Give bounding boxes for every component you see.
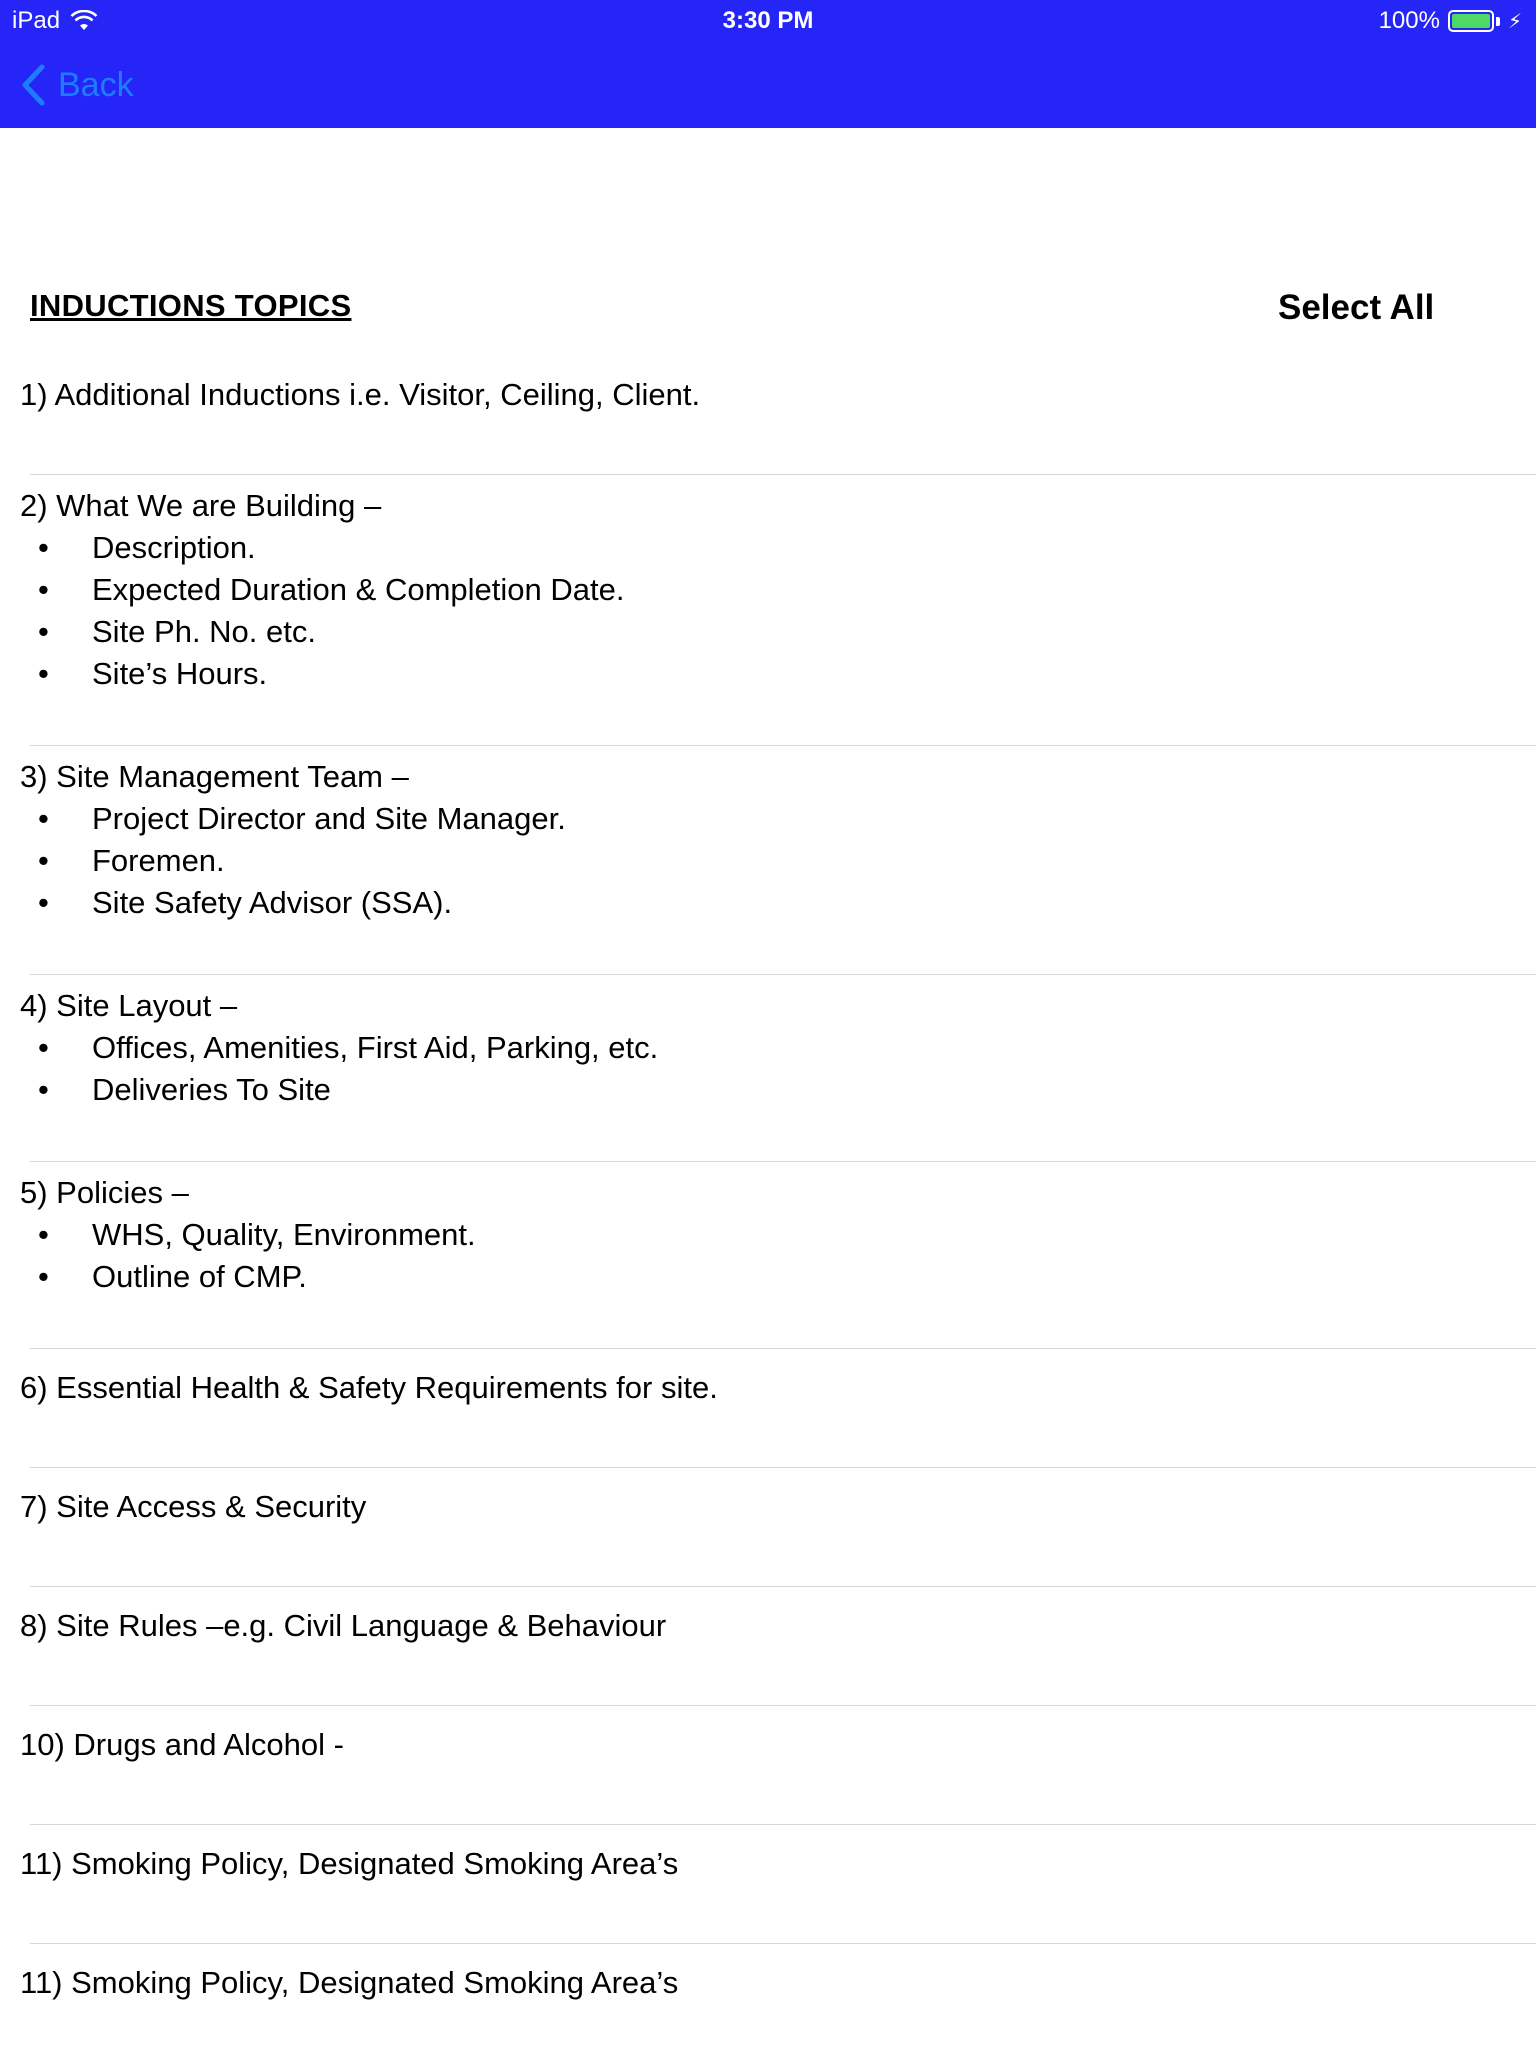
nav-header: iPad 3:30 PM 100% ⚡ Back (0, 0, 1536, 128)
row-separator (30, 745, 1536, 746)
row-separator (30, 1467, 1536, 1468)
topic-heading: 7) Site Access & Security (20, 1489, 367, 1524)
topic-heading: 4) Site Layout – (20, 988, 238, 1023)
charging-bolt-icon: ⚡ (1507, 10, 1522, 33)
bullet-dot: • (38, 614, 49, 649)
bullet-dot: • (38, 843, 49, 878)
topic-heading: 2) What We are Building – (20, 488, 382, 523)
bullet-text: Site Ph. No. etc. (92, 614, 316, 649)
bullet-text: Outline of CMP. (92, 1259, 307, 1294)
bullet-dot: • (38, 530, 49, 565)
bullet-dot: • (38, 885, 49, 920)
bullet-dot: • (38, 1217, 49, 1252)
bullet-text: Project Director and Site Manager. (92, 801, 566, 836)
topic-heading: 11) Smoking Policy, Designated Smoking A… (20, 1846, 679, 1881)
battery-icon (1447, 10, 1494, 32)
chevron-left-icon (22, 64, 45, 106)
battery-percent: 100% (1378, 7, 1440, 34)
topic-heading: 10) Drugs and Alcohol - (20, 1727, 344, 1762)
bullet-text: Foremen. (92, 843, 225, 878)
topic-heading: 3) Site Management Team – (20, 759, 409, 794)
bullet-text: Offices, Amenities, First Aid, Parking, … (92, 1030, 659, 1065)
bullet-text: Deliveries To Site (92, 1072, 331, 1107)
row-separator (30, 1943, 1536, 1944)
bullet-text: Site’s Hours. (92, 656, 268, 691)
bullet-dot: • (38, 656, 49, 691)
topic-heading: 11) Smoking Policy, Designated Smoking A… (20, 1965, 679, 2000)
bullet-text: Site Safety Advisor (SSA). (92, 885, 453, 920)
row-separator (30, 474, 1536, 475)
bullet-text: WHS, Quality, Environment. (92, 1217, 476, 1252)
row-separator (30, 1705, 1536, 1706)
bullet-text: Description. (92, 530, 256, 565)
status-right: 100% ⚡ (1379, 7, 1522, 35)
topic-heading: 1) Additional Inductions i.e. Visitor, C… (20, 377, 701, 412)
row-separator (30, 1586, 1536, 1587)
bullet-dot: • (38, 1072, 49, 1107)
row-separator (30, 1824, 1536, 1825)
bullet-dot: • (38, 801, 49, 836)
select-all-button[interactable]: Select All (1278, 288, 1434, 328)
topic-heading: 5) Policies – (20, 1175, 189, 1210)
bullet-dot: • (38, 572, 49, 607)
bullet-dot: • (38, 1259, 49, 1294)
topic-heading: 6) Essential Health & Safety Requirement… (20, 1370, 718, 1405)
bullet-text: Expected Duration & Completion Date. (92, 572, 625, 607)
status-bar: iPad 3:30 PM 100% ⚡ (0, 0, 1536, 40)
row-separator (30, 1161, 1536, 1162)
page-title: INDUCTIONS TOPICS (30, 288, 352, 323)
row-separator (30, 974, 1536, 975)
row-separator (30, 1348, 1536, 1349)
bullet-dot: • (38, 1030, 49, 1065)
back-button[interactable]: Back (20, 60, 134, 110)
back-label: Back (58, 65, 134, 104)
battery-nub (1495, 16, 1500, 26)
status-time: 3:30 PM (722, 7, 814, 34)
topic-heading: 8) Site Rules –e.g. Civil Language & Beh… (20, 1608, 667, 1643)
